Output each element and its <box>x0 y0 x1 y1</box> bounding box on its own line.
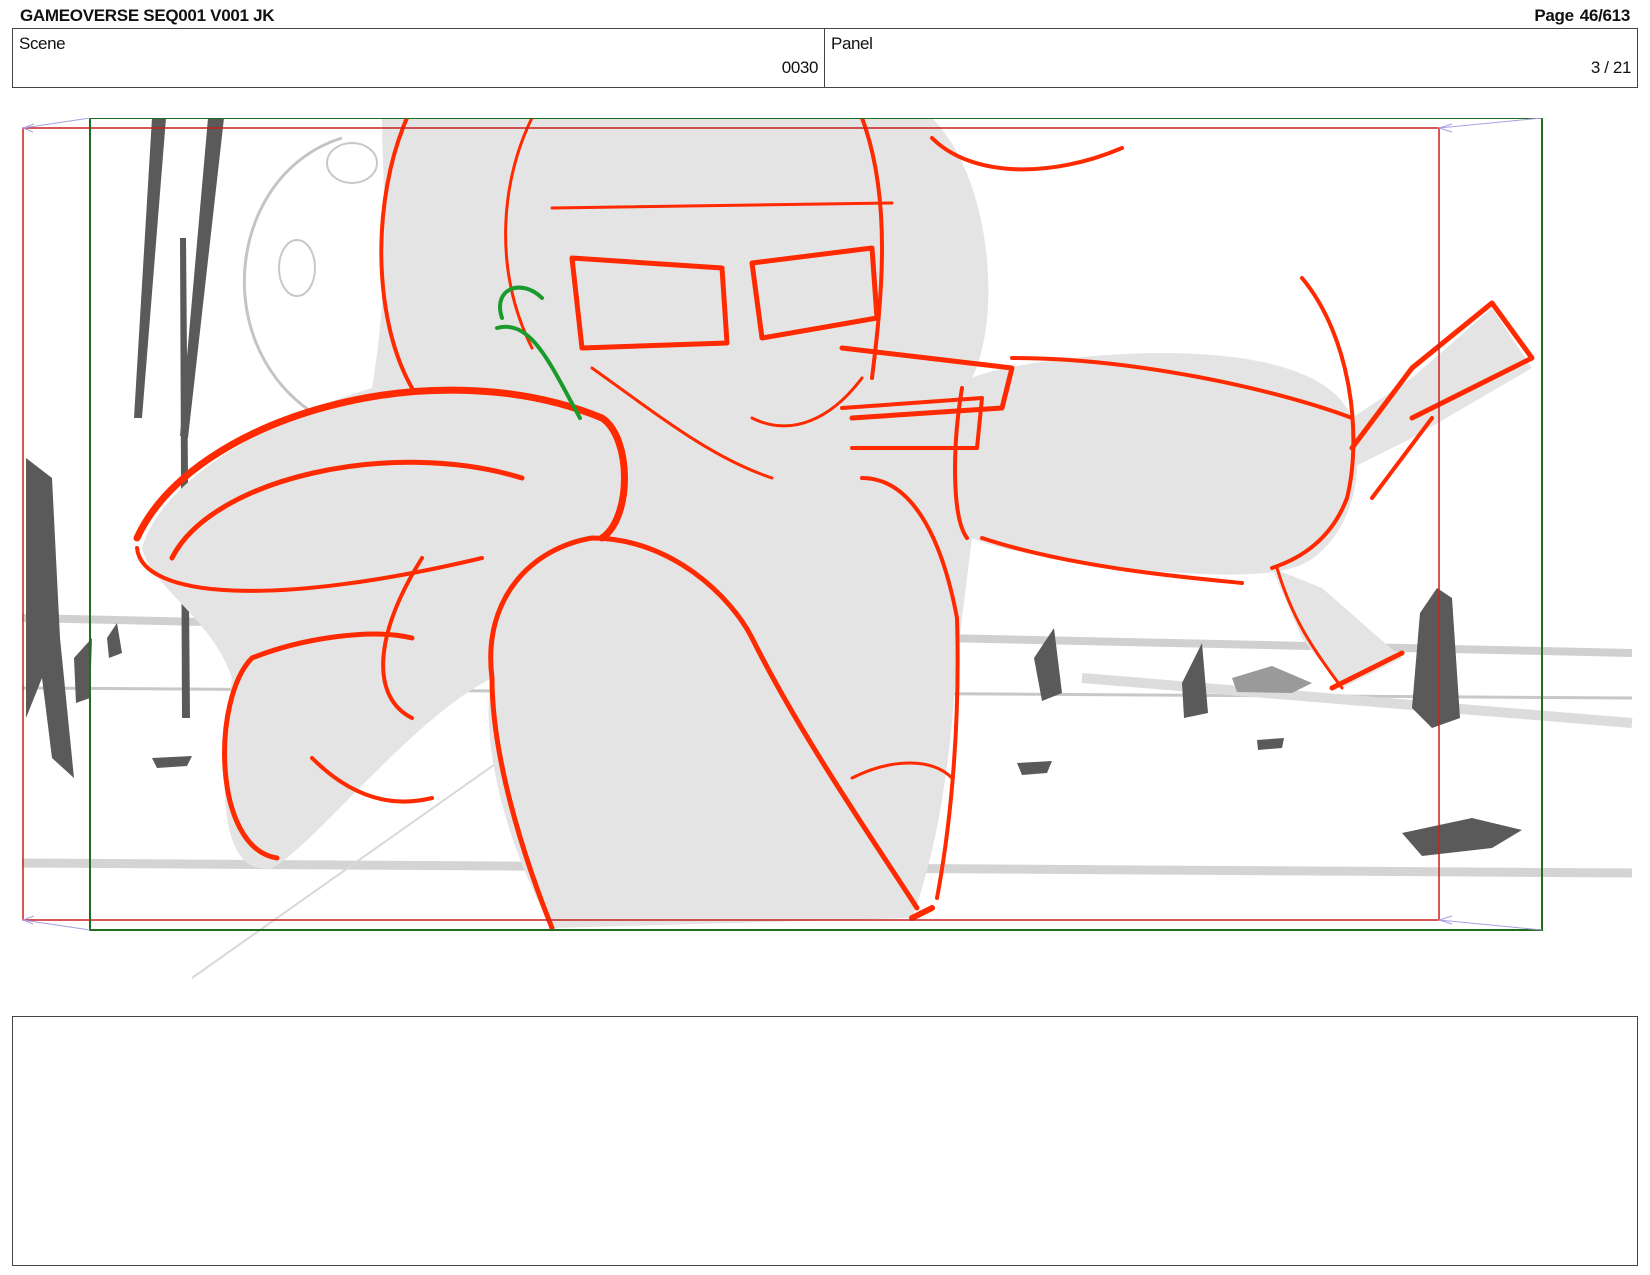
document-title: GAMEOVERSE SEQ001 V001 JK <box>20 6 275 25</box>
panel-label: Panel <box>831 34 873 53</box>
page-indicator: Page 46/613 <box>1534 6 1630 26</box>
scene-label: Scene <box>19 34 66 53</box>
scene-number: 0030 <box>781 58 819 77</box>
panel-info-box: Scene 0030 Panel 3 / 21 <box>12 28 1638 88</box>
notes-box <box>12 1016 1638 1266</box>
page-label: Page <box>1534 6 1574 25</box>
panel-cell: Panel 3 / 21 <box>825 29 1637 87</box>
character-fill <box>142 118 1532 928</box>
storyboard-frame <box>12 118 1638 984</box>
panel-number: 3 / 21 <box>1590 58 1632 77</box>
page-number: 46/613 <box>1579 6 1631 25</box>
storyboard-sketch <box>21 118 1633 979</box>
scene-cell: Scene 0030 <box>13 29 825 87</box>
